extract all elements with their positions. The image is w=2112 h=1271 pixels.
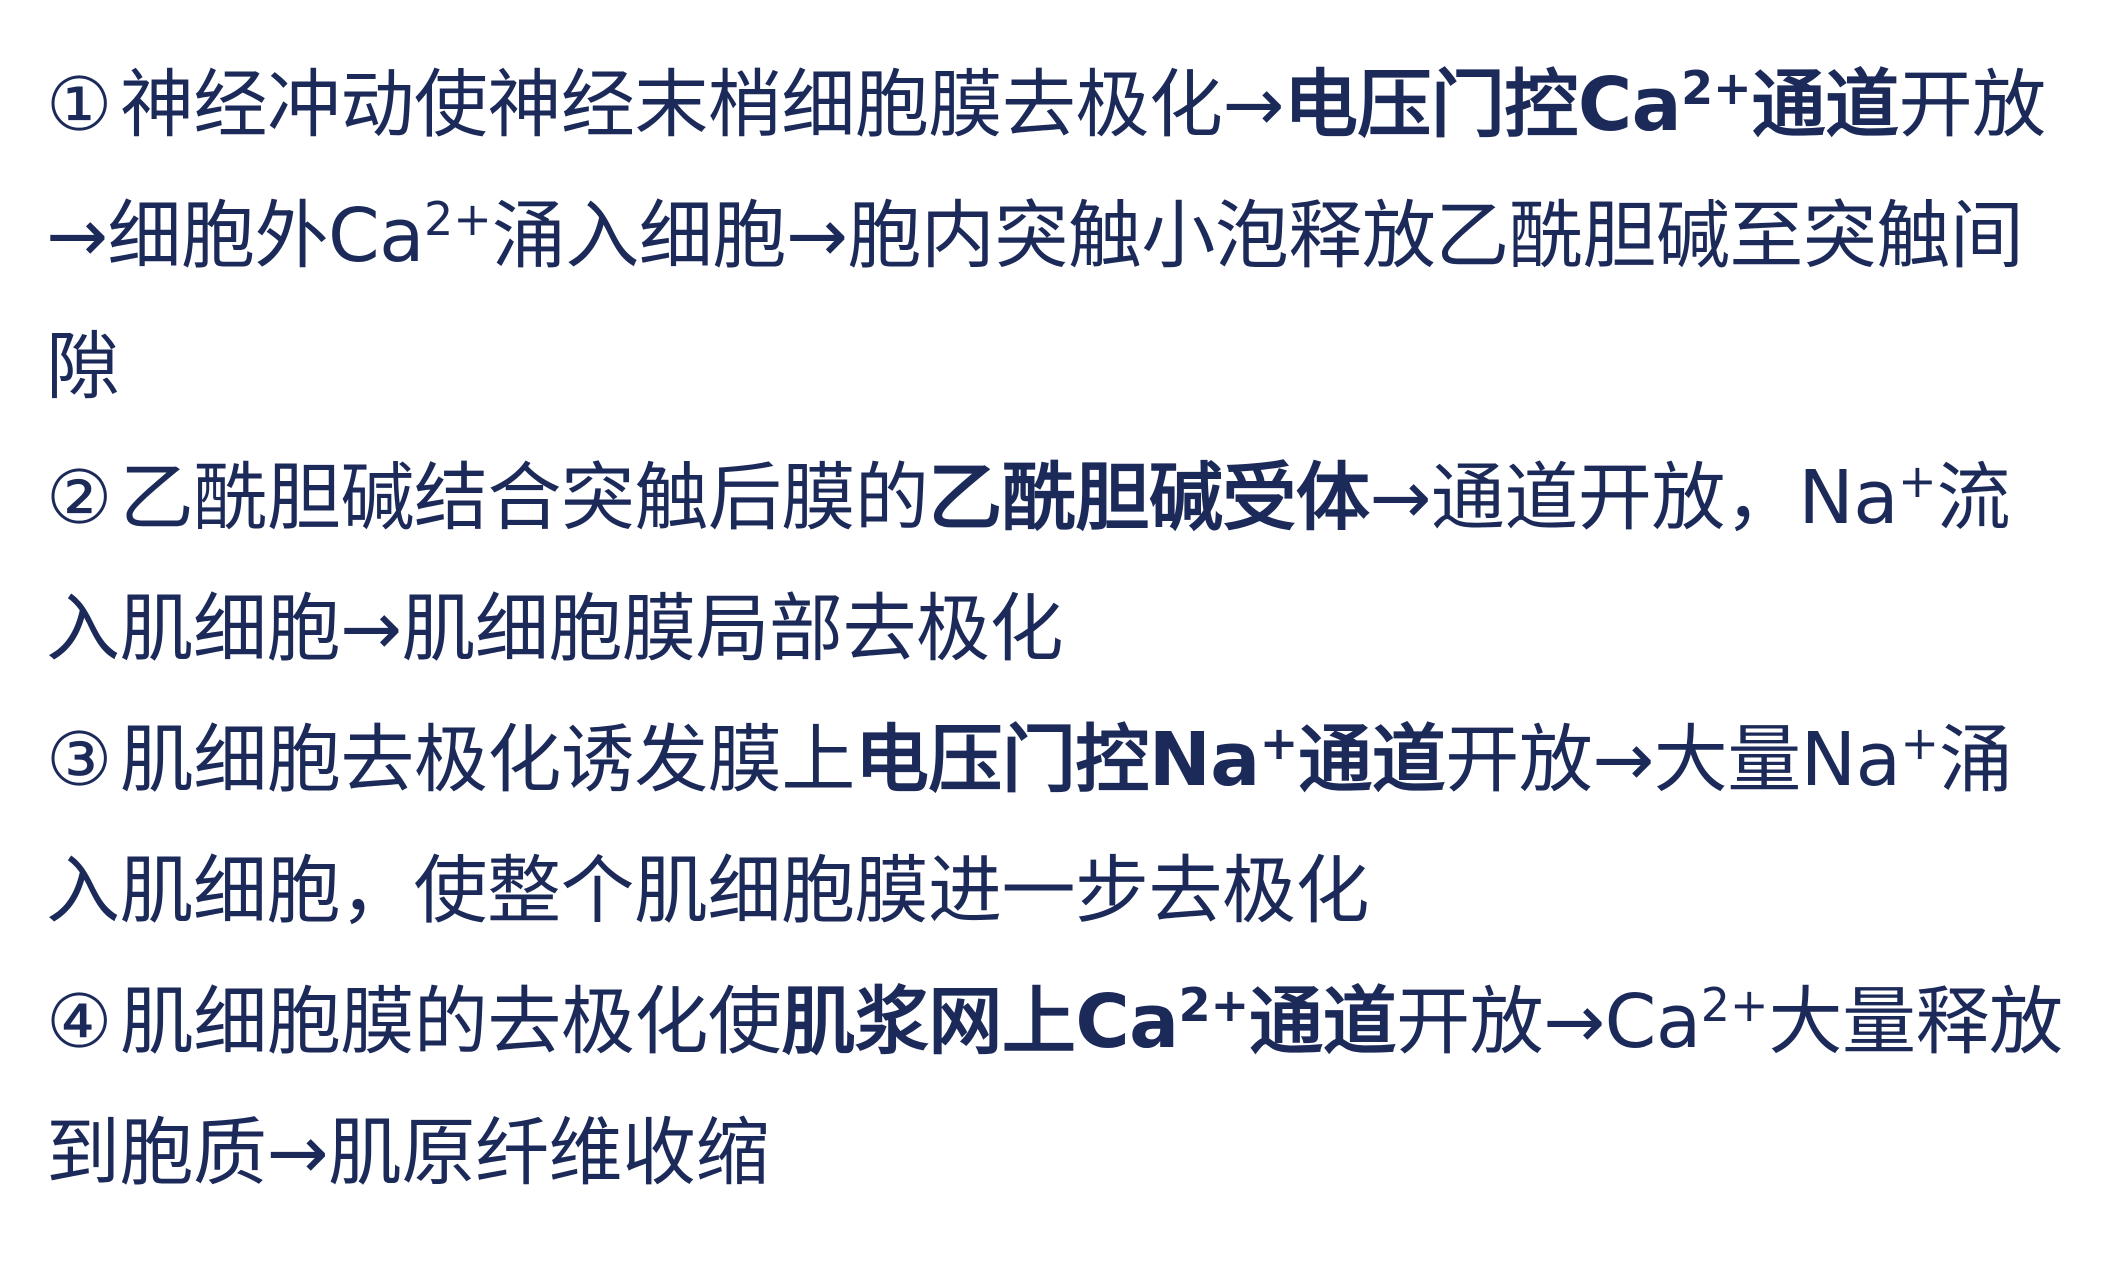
step-text-bold: 电压门控Ca xyxy=(1283,62,1682,148)
step-4: ④ 肌细胞膜的去极化使肌浆网上Ca2+通道开放→Ca2+大量释放到胞质→肌原纤维收… xyxy=(46,957,2076,1219)
step-text: →通道开放，Na xyxy=(1369,455,1899,541)
step-text: 肌细胞去极化诱发膜上 xyxy=(119,717,856,803)
step-text: 开放→大量Na xyxy=(1445,717,1901,803)
ion-charge: 2+ xyxy=(1700,978,1769,1032)
step-3: ③ 肌细胞去极化诱发膜上电压门控Na+通道开放→大量Na+涌入肌细胞，使整个肌细胞… xyxy=(46,695,2076,957)
ion-charge: 2+ xyxy=(1178,978,1250,1032)
ion-charge: + xyxy=(1259,716,1299,770)
step-text-bold: 通道 xyxy=(1249,979,1397,1065)
steps-document: ① 神经冲动使神经末梢细胞膜去极化→电压门控Ca2+通道开放→细胞外Ca2+涌入细… xyxy=(46,40,2076,1219)
step-text-bold: 电压门控Na xyxy=(854,717,1260,803)
step-text: 神经冲动使神经末梢细胞膜去极化→ xyxy=(119,62,1285,148)
step-number: ② xyxy=(46,455,112,541)
step-number: ④ xyxy=(46,979,112,1065)
step-text-bold: 通道 xyxy=(1751,62,1900,148)
step-1: ① 神经冲动使神经末梢细胞膜去极化→电压门控Ca2+通道开放→细胞外Ca2+涌入细… xyxy=(46,40,2076,433)
step-text-bold: 乙酰胆碱受体 xyxy=(928,455,1370,541)
ion-charge: 2+ xyxy=(424,192,492,246)
ion-charge: 2+ xyxy=(1681,61,1752,115)
step-text-bold: 通道 xyxy=(1298,717,1446,803)
step-2: ② 乙酰胆碱结合突触后膜的乙酰胆碱受体→通道开放，Na+流入肌细胞→肌细胞膜局部去… xyxy=(46,433,2076,695)
step-number: ① xyxy=(46,62,112,148)
ion-charge: + xyxy=(1900,716,1940,770)
ion-charge: + xyxy=(1898,454,1937,508)
step-number: ③ xyxy=(46,717,112,803)
step-text-bold: 肌浆网上Ca xyxy=(781,979,1179,1065)
step-text: 肌细胞膜的去极化使 xyxy=(119,979,782,1065)
step-text: 开放→Ca xyxy=(1396,979,1701,1065)
step-text: 乙酰胆碱结合突触后膜的 xyxy=(119,455,929,541)
